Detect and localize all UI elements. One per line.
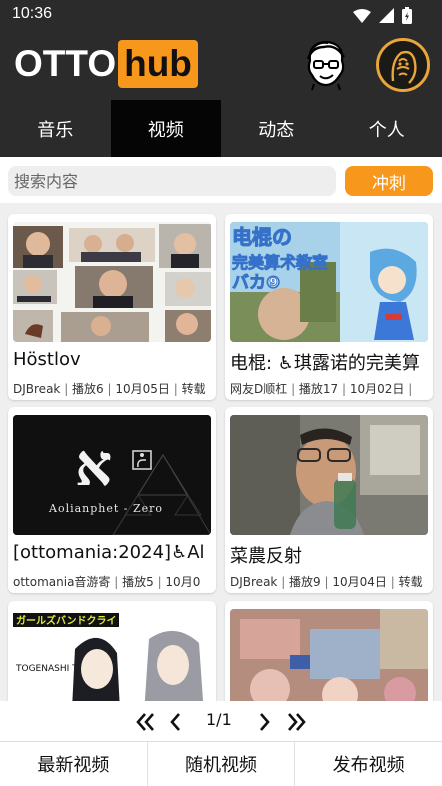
video-card[interactable]: 菜農反射 DJBreak | 播放9 | 10月04日 | 转载 xyxy=(225,407,433,593)
video-meta: DJBreak | 播放6 | 10月05日 | 转载 xyxy=(13,382,206,396)
search-input[interactable] xyxy=(8,166,336,196)
video-meta: DJBreak | 播放9 | 10月04日 | 转载 xyxy=(230,575,423,589)
video-plays: 播放17 xyxy=(298,382,339,396)
video-thumbnail[interactable]: א Aolianphet - Zero xyxy=(13,415,211,535)
video-author[interactable]: DJBreak xyxy=(13,382,60,396)
status-bar: 10:36 xyxy=(0,0,442,30)
video-author[interactable]: 网友D顺杠 xyxy=(230,382,287,396)
page-indicator: 1/1 xyxy=(206,710,232,729)
publish-video-button[interactable]: 发布视频 xyxy=(295,742,442,786)
thumb-wanmei-text: 完美算术教室 xyxy=(232,253,328,272)
video-plays: 播放5 xyxy=(122,575,154,589)
prev-page-icon[interactable] xyxy=(169,713,181,731)
video-thumbnail[interactable] xyxy=(230,415,428,535)
video-grid: Höstlov DJBreak | 播放6 | 10月05日 | 转载 电棍の … xyxy=(0,203,442,701)
video-title[interactable]: 菜農反射 xyxy=(230,542,433,568)
video-author[interactable]: DJBreak xyxy=(230,575,277,589)
video-plays: 播放9 xyxy=(289,575,321,589)
last-page-icon[interactable] xyxy=(286,713,306,731)
status-time: 10:36 xyxy=(12,5,53,22)
video-date: 10月05日 xyxy=(115,382,170,396)
next-page-icon[interactable] xyxy=(259,713,271,731)
tab-personal[interactable]: 个人 xyxy=(332,100,442,157)
video-meta: 网友D顺杠 | 播放17 | 10月02日 | xyxy=(230,382,413,396)
video-date: 10月02日 xyxy=(349,382,405,396)
video-date: 10月0 xyxy=(165,575,201,589)
video-thumbnail[interactable] xyxy=(13,222,211,342)
main-tabs: 音乐 视频 动态 个人 xyxy=(0,100,442,157)
app-header: OTTO hub xyxy=(0,30,442,100)
logo-hub-text: hub xyxy=(118,40,198,88)
video-card[interactable]: 电棍の 完美算术教室 バカ⑨ 电棍: ♿琪露诺的完美算 网友D顺杠 | 播放17… xyxy=(225,214,433,400)
status-icons xyxy=(353,7,412,24)
search-row: 冲刺 xyxy=(0,157,442,203)
video-card[interactable] xyxy=(225,601,433,701)
search-button[interactable]: 冲刺 xyxy=(345,166,433,196)
video-thumbnail[interactable]: ガールズバンドクライ TOGENASHI TOGEARI xyxy=(13,609,211,701)
video-thumbnail[interactable] xyxy=(230,609,428,701)
logo-otto-text: OTTO xyxy=(14,43,117,84)
video-title[interactable]: [ottomania:2024]♿Al xyxy=(13,542,216,563)
video-card[interactable]: א Aolianphet - Zero [ottomania:2024]♿Al … xyxy=(8,407,216,593)
wifi-icon xyxy=(353,8,371,23)
user-avatar[interactable] xyxy=(376,38,430,92)
video-card[interactable]: ガールズバンドクライ TOGENASHI TOGEARI xyxy=(8,601,216,701)
video-card[interactable]: Höstlov DJBreak | 播放6 | 10月05日 | 转载 xyxy=(8,214,216,400)
video-meta: ottomania音游寄 | 播放5 | 10月0 xyxy=(13,575,201,589)
tab-music[interactable]: 音乐 xyxy=(0,100,111,157)
video-date: 10月04日 xyxy=(332,575,387,589)
video-author[interactable]: ottomania音游寄 xyxy=(13,575,110,589)
thumb-girls-text: ガールズバンドクライ xyxy=(16,614,117,627)
pagination: 1/1 xyxy=(0,701,442,741)
bottom-nav: 最新视频 随机视频 发布视频 xyxy=(0,741,442,786)
thumb-aleph-text: א xyxy=(75,431,112,499)
video-plays: 播放6 xyxy=(72,382,104,396)
latest-videos-button[interactable]: 最新视频 xyxy=(0,742,148,786)
video-extra: 转载 xyxy=(181,382,206,396)
signal-icon xyxy=(379,8,394,23)
ottohub-logo: OTTO hub xyxy=(14,40,198,88)
thumb-aolianphet-text: Aolianphet - Zero xyxy=(48,502,163,515)
face-icon[interactable] xyxy=(304,39,348,91)
video-extra: 转载 xyxy=(398,575,423,589)
video-title[interactable]: Höstlov xyxy=(13,349,216,370)
video-title[interactable]: 电棍: ♿琪露诺的完美算 xyxy=(230,349,433,375)
battery-icon xyxy=(402,7,412,24)
tab-video[interactable]: 视频 xyxy=(110,100,221,157)
random-videos-button[interactable]: 随机视频 xyxy=(148,742,296,786)
tab-dynamics[interactable]: 动态 xyxy=(221,100,332,157)
video-thumbnail[interactable]: 电棍の 完美算术教室 バカ⑨ xyxy=(230,222,428,342)
thumb-dengun-text: 电棍の xyxy=(232,225,292,249)
first-page-icon[interactable] xyxy=(136,713,156,731)
thumb-baka-text: バカ⑨ xyxy=(232,273,280,293)
